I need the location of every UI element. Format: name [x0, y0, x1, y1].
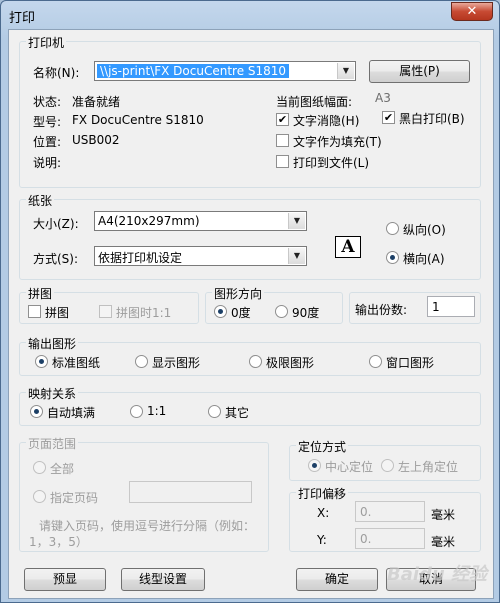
mapping-other-label: 其它	[225, 406, 250, 420]
offset-y-value: 0.	[360, 532, 372, 546]
output-standard-radio[interactable]	[35, 355, 48, 368]
title-bar[interactable]: 打印 ✕	[1, 1, 499, 29]
chevron-down-icon: ▼	[288, 248, 305, 264]
landscape-label: 横向(A)	[403, 252, 445, 266]
close-icon: ✕	[466, 4, 478, 19]
tile-label: 拼图	[45, 306, 70, 320]
landscape-radio[interactable]	[386, 251, 399, 264]
page-range-group-label: 页面范围	[26, 435, 79, 452]
mapping-fit-label: 自动填满	[47, 406, 96, 420]
line-settings-button[interactable]: 线型设置	[121, 568, 205, 591]
text-as-fill-label: 文字作为填充(T)	[293, 135, 382, 149]
rotation-90-label: 90度	[292, 306, 320, 320]
position-top-left-label: 左上角定位	[398, 460, 459, 474]
watermark: Baidu 经验	[387, 564, 488, 585]
output-standard-label: 标准图纸	[52, 356, 101, 370]
rotation-0-label: 0度	[231, 306, 251, 320]
mapping-1-1-label: 1:1	[147, 404, 167, 418]
page-range-all-label: 全部	[50, 462, 75, 476]
output-window-label: 窗口图形	[386, 356, 435, 370]
tile-group-label: 拼图	[26, 285, 55, 302]
output-window-radio[interactable]	[369, 355, 382, 368]
output-display-radio[interactable]	[135, 355, 148, 368]
offset-y-input[interactable]: 0.	[355, 528, 425, 549]
model-value: FX DocuCentre S1810	[72, 113, 204, 127]
offset-x-unit: 毫米	[431, 508, 456, 522]
position-top-left-radio[interactable]	[381, 459, 394, 472]
print-dialog: 打印 ✕ 打印机 名称(N): \\js-print\FX DocuCentre…	[0, 0, 500, 603]
position-center-radio[interactable]	[308, 459, 321, 472]
paper-size-select[interactable]: A4(210x297mm) ▼	[94, 211, 307, 231]
status-value: 准备就绪	[72, 95, 121, 109]
dialog-body: 打印机 名称(N): \\js-print\FX DocuCentre S181…	[8, 29, 494, 599]
status-label: 状态:	[33, 95, 62, 109]
paper-width-value: A3	[375, 91, 391, 105]
close-button[interactable]: ✕	[451, 2, 493, 21]
print-to-file-checkbox[interactable]	[276, 155, 289, 168]
text-as-fill-checkbox[interactable]	[276, 134, 289, 147]
paper-size-value: A4(210x297mm)	[98, 214, 200, 228]
print-to-file-label: 打印到文件(L)	[293, 156, 370, 170]
properties-button[interactable]: 属性(P)	[369, 60, 470, 83]
text-antialias-label: 文字消隐(H)	[293, 114, 360, 128]
page-range-specified-label: 指定页码	[50, 491, 99, 505]
tile-checkbox[interactable]	[28, 305, 41, 318]
offset-y-label: Y:	[317, 533, 327, 547]
position-center-label: 中心定位	[325, 460, 374, 474]
rotation-90-radio[interactable]	[275, 305, 288, 318]
paper-mode-label: 方式(S):	[33, 252, 79, 266]
portrait-radio[interactable]	[386, 222, 399, 235]
offset-x-input[interactable]: 0.	[355, 501, 425, 522]
offset-group-label: 打印偏移	[296, 485, 349, 502]
page-range-all-radio[interactable]	[33, 461, 46, 474]
black-white-label: 黑白打印(B)	[399, 112, 465, 126]
offset-x-label: X:	[317, 506, 330, 520]
window-title: 打印	[9, 11, 36, 26]
mapping-other-radio[interactable]	[208, 405, 221, 418]
black-white-checkbox[interactable]: ✔	[382, 111, 395, 124]
comment-label: 说明:	[33, 156, 62, 170]
mapping-fit-radio[interactable]	[30, 405, 43, 418]
rotation-group-label: 图形方向	[212, 285, 265, 302]
offset-x-value: 0.	[360, 505, 372, 519]
paper-mode-value: 依据打印机设定	[98, 251, 183, 265]
location-value: USB002	[72, 133, 120, 147]
mapping-group-label: 映射关系	[26, 385, 79, 402]
mapping-1-1-radio[interactable]	[130, 405, 143, 418]
location-label: 位置:	[33, 135, 62, 149]
chevron-down-icon: ▼	[288, 213, 305, 229]
copies-value: 1	[432, 300, 440, 314]
printer-name-value: \\js-print\FX DocuCentre S1810	[97, 64, 290, 78]
ok-button[interactable]: 确定	[296, 568, 378, 591]
paper-width-label: 当前图纸幅面:	[276, 95, 353, 109]
printer-group-label: 打印机	[26, 34, 67, 51]
text-antialias-checkbox[interactable]: ✔	[276, 113, 289, 126]
chevron-down-icon: ▼	[337, 63, 354, 79]
copies-input[interactable]: 1	[427, 296, 475, 317]
paper-group-label: 纸张	[26, 192, 55, 209]
page-range-specified-radio[interactable]	[33, 490, 46, 503]
preview-button[interactable]: 预显	[24, 568, 106, 591]
orientation-icon: A	[335, 236, 361, 258]
output-limits-radio[interactable]	[249, 355, 262, 368]
output-display-label: 显示图形	[152, 356, 201, 370]
page-range-input[interactable]	[129, 481, 252, 503]
page-range-hint: 请键入页码，使用逗号进行分隔（例如：1，3，5）	[29, 519, 256, 549]
portrait-label: 纵向(O)	[403, 223, 446, 237]
paper-mode-select[interactable]: 依据打印机设定 ▼	[94, 246, 307, 266]
output-limits-label: 极限图形	[266, 356, 315, 370]
printer-name-select[interactable]: \\js-print\FX DocuCentre S1810 ▼	[94, 61, 356, 81]
copies-label: 输出份数:	[355, 303, 408, 317]
position-group-label: 定位方式	[296, 438, 349, 455]
printer-name-label: 名称(N):	[33, 66, 80, 80]
offset-y-unit: 毫米	[431, 535, 456, 549]
tile-1-1-checkbox[interactable]	[99, 305, 112, 318]
output-group-label: 输出图形	[26, 335, 79, 352]
paper-size-label: 大小(Z):	[33, 217, 79, 231]
tile-1-1-label: 拼图时1:1	[116, 306, 172, 320]
model-label: 型号:	[33, 115, 62, 129]
rotation-0-radio[interactable]	[214, 305, 227, 318]
